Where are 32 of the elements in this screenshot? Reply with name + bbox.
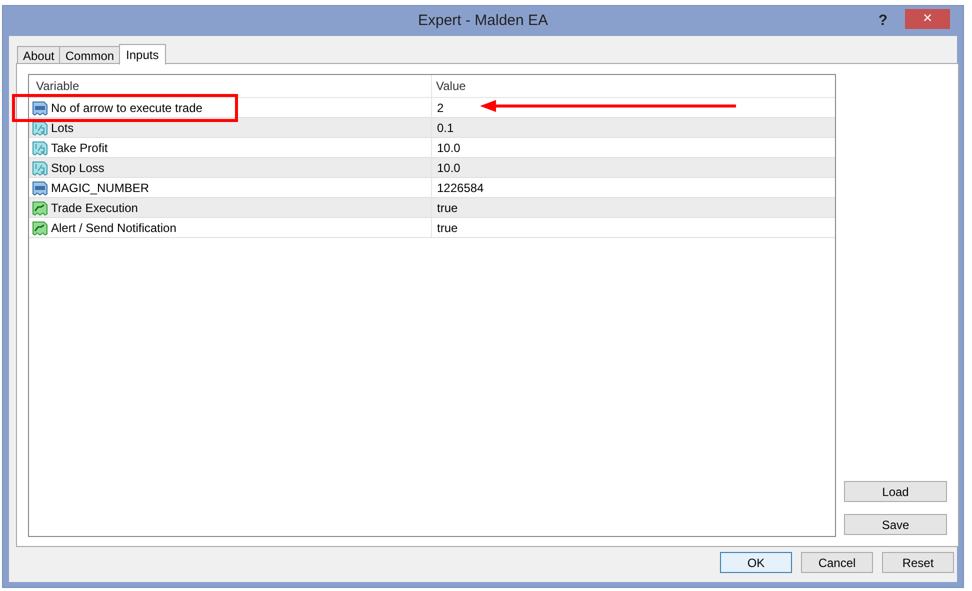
dialog-button[interactable]: Reset bbox=[882, 552, 954, 573]
boolean-type-icon bbox=[32, 220, 48, 236]
value-cell[interactable]: 0.1 bbox=[437, 121, 454, 135]
side-button[interactable]: Save bbox=[844, 514, 947, 535]
dialog-button[interactable]: OK bbox=[720, 552, 792, 573]
variable-name: Stop Loss bbox=[51, 160, 104, 176]
boolean-type-icon bbox=[32, 200, 48, 216]
integer-type-icon bbox=[32, 180, 48, 196]
value-cell[interactable]: 2 bbox=[437, 101, 444, 115]
window-title: Expert - Malden EA bbox=[418, 10, 548, 31]
tab[interactable]: Common bbox=[59, 46, 120, 64]
value-cell[interactable]: 10.0 bbox=[437, 141, 460, 155]
double-type-icon bbox=[32, 120, 48, 136]
close-button[interactable]: × bbox=[905, 9, 950, 29]
variable-name: No of arrow to execute trade bbox=[51, 100, 202, 116]
value-cell[interactable]: 10.0 bbox=[437, 161, 460, 175]
integer-type-icon bbox=[32, 100, 48, 116]
tab[interactable]: Inputs bbox=[119, 44, 166, 65]
variable-name: Lots bbox=[51, 120, 74, 136]
variable-name: MAGIC_NUMBER bbox=[51, 180, 150, 196]
variable-name: Take Profit bbox=[51, 140, 108, 156]
double-type-icon bbox=[32, 140, 48, 156]
double-type-icon bbox=[32, 160, 48, 176]
help-button[interactable]: ? bbox=[875, 10, 891, 32]
value-cell[interactable]: true bbox=[437, 221, 458, 235]
variable-name: Trade Execution bbox=[51, 200, 138, 216]
tab[interactable]: About bbox=[17, 46, 60, 64]
value-cell[interactable]: 1226584 bbox=[437, 181, 484, 195]
variable-name: Alert / Send Notification bbox=[51, 220, 176, 236]
value-cell[interactable]: true bbox=[437, 201, 458, 215]
dialog-button[interactable]: Cancel bbox=[801, 552, 873, 573]
side-button[interactable]: Load bbox=[844, 481, 947, 502]
